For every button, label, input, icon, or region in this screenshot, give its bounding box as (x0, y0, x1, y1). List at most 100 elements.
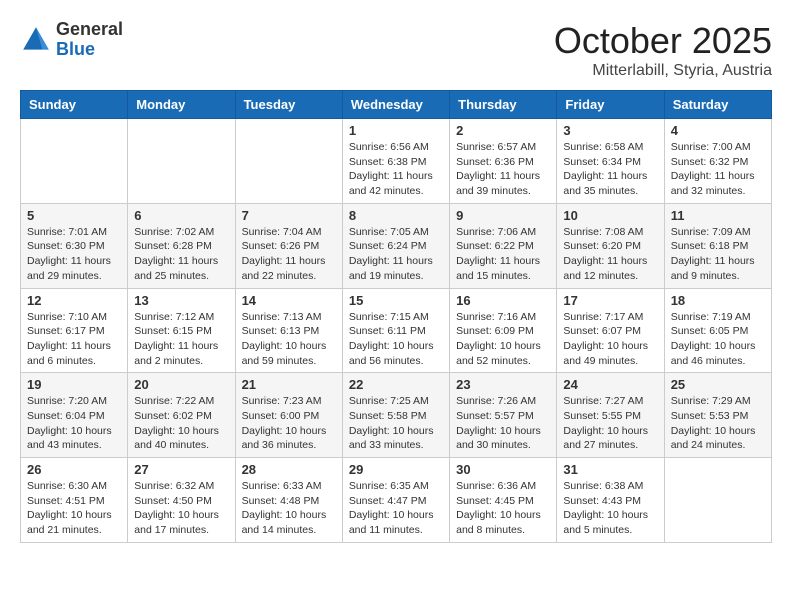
day-number: 29 (349, 462, 443, 477)
calendar-cell: 10 Sunrise: 7:08 AM Sunset: 6:20 PM Dayli… (557, 203, 664, 288)
calendar-cell: 7Sunrise: 7:04 AM Sunset: 6:26 PM Daylig… (235, 203, 342, 288)
calendar-cell: 13 Sunrise: 7:12 AM Sunset: 6:15 PM Dayli… (128, 288, 235, 373)
calendar-cell: 16Sunrise: 7:16 AM Sunset: 6:09 PM Dayli… (450, 288, 557, 373)
location-subtitle: Mitterlabill, Styria, Austria (554, 62, 772, 80)
day-number: 16 (456, 293, 550, 308)
day-info: Sunrise: 7:20 AM Sunset: 6:04 PM Dayligh… (27, 394, 121, 453)
day-info: Sunrise: 7:01 AM Sunset: 6:30 PM Dayligh… (27, 225, 121, 284)
day-number: 17 (563, 293, 657, 308)
day-number: 13 (134, 293, 228, 308)
calendar-cell: 4 Sunrise: 7:00 AM Sunset: 6:32 PM Daylig… (664, 119, 771, 204)
day-number: 9 (456, 208, 550, 223)
day-info: Sunrise: 7:12 AM Sunset: 6:15 PM Dayligh… (134, 310, 228, 369)
title-area: October 2025 Mitterlabill, Styria, Austr… (554, 20, 772, 80)
day-number: 27 (134, 462, 228, 477)
calendar-table: SundayMondayTuesdayWednesdayThursdayFrid… (20, 90, 772, 543)
day-info: Sunrise: 6:35 AM Sunset: 4:47 PM Dayligh… (349, 479, 443, 538)
calendar-cell: 6 Sunrise: 7:02 AM Sunset: 6:28 PM Daylig… (128, 203, 235, 288)
calendar-cell: 27 Sunrise: 6:32 AM Sunset: 4:50 PM Dayli… (128, 458, 235, 543)
day-number: 22 (349, 377, 443, 392)
calendar-cell: 1 Sunrise: 6:56 AM Sunset: 6:38 PM Daylig… (342, 119, 449, 204)
day-info: Sunrise: 7:22 AM Sunset: 6:02 PM Dayligh… (134, 394, 228, 453)
logo-general-text: General (56, 19, 123, 39)
day-info: Sunrise: 7:02 AM Sunset: 6:28 PM Dayligh… (134, 225, 228, 284)
calendar-cell: 5 Sunrise: 7:01 AM Sunset: 6:30 PM Daylig… (21, 203, 128, 288)
weekday-header-thursday: Thursday (450, 91, 557, 119)
day-number: 15 (349, 293, 443, 308)
day-number: 23 (456, 377, 550, 392)
month-title: October 2025 (554, 20, 772, 62)
day-info: Sunrise: 6:57 AM Sunset: 6:36 PM Dayligh… (456, 140, 550, 199)
calendar-cell: 9 Sunrise: 7:06 AM Sunset: 6:22 PM Daylig… (450, 203, 557, 288)
day-info: Sunrise: 7:08 AM Sunset: 6:20 PM Dayligh… (563, 225, 657, 284)
day-info: Sunrise: 7:15 AM Sunset: 6:11 PM Dayligh… (349, 310, 443, 369)
day-info: Sunrise: 7:09 AM Sunset: 6:18 PM Dayligh… (671, 225, 765, 284)
weekday-header-saturday: Saturday (664, 91, 771, 119)
day-number: 20 (134, 377, 228, 392)
calendar-cell: 30Sunrise: 6:36 AM Sunset: 4:45 PM Dayli… (450, 458, 557, 543)
day-info: Sunrise: 7:19 AM Sunset: 6:05 PM Dayligh… (671, 310, 765, 369)
calendar-cell: 17 Sunrise: 7:17 AM Sunset: 6:07 PM Dayli… (557, 288, 664, 373)
day-number: 21 (242, 377, 336, 392)
day-number: 3 (563, 123, 657, 138)
weekday-header-tuesday: Tuesday (235, 91, 342, 119)
day-number: 14 (242, 293, 336, 308)
day-number: 26 (27, 462, 121, 477)
calendar-cell: 29 Sunrise: 6:35 AM Sunset: 4:47 PM Dayli… (342, 458, 449, 543)
day-number: 10 (563, 208, 657, 223)
calendar-cell: 18Sunrise: 7:19 AM Sunset: 6:05 PM Dayli… (664, 288, 771, 373)
calendar-cell: 24 Sunrise: 7:27 AM Sunset: 5:55 PM Dayli… (557, 373, 664, 458)
calendar-cell: 15 Sunrise: 7:15 AM Sunset: 6:11 PM Dayli… (342, 288, 449, 373)
calendar-cell (235, 119, 342, 204)
day-number: 30 (456, 462, 550, 477)
day-number: 28 (242, 462, 336, 477)
day-info: Sunrise: 7:00 AM Sunset: 6:32 PM Dayligh… (671, 140, 765, 199)
calendar-cell: 23 Sunrise: 7:26 AM Sunset: 5:57 PM Dayli… (450, 373, 557, 458)
day-number: 11 (671, 208, 765, 223)
page-header: General Blue October 2025 Mitterlabill, … (20, 20, 772, 80)
calendar-cell: 26Sunrise: 6:30 AM Sunset: 4:51 PM Dayli… (21, 458, 128, 543)
weekday-header-monday: Monday (128, 91, 235, 119)
day-info: Sunrise: 6:32 AM Sunset: 4:50 PM Dayligh… (134, 479, 228, 538)
day-number: 5 (27, 208, 121, 223)
calendar-cell (21, 119, 128, 204)
calendar-cell: 22 Sunrise: 7:25 AM Sunset: 5:58 PM Dayli… (342, 373, 449, 458)
day-number: 4 (671, 123, 765, 138)
calendar-cell (664, 458, 771, 543)
calendar-cell: 19 Sunrise: 7:20 AM Sunset: 6:04 PM Dayli… (21, 373, 128, 458)
day-number: 19 (27, 377, 121, 392)
day-info: Sunrise: 7:26 AM Sunset: 5:57 PM Dayligh… (456, 394, 550, 453)
day-info: Sunrise: 7:10 AM Sunset: 6:17 PM Dayligh… (27, 310, 121, 369)
weekday-header-friday: Friday (557, 91, 664, 119)
calendar-week-row: 12Sunrise: 7:10 AM Sunset: 6:17 PM Dayli… (21, 288, 772, 373)
day-number: 1 (349, 123, 443, 138)
calendar-cell: 31Sunrise: 6:38 AM Sunset: 4:43 PM Dayli… (557, 458, 664, 543)
day-number: 6 (134, 208, 228, 223)
day-number: 25 (671, 377, 765, 392)
day-info: Sunrise: 7:27 AM Sunset: 5:55 PM Dayligh… (563, 394, 657, 453)
day-info: Sunrise: 7:17 AM Sunset: 6:07 PM Dayligh… (563, 310, 657, 369)
day-info: Sunrise: 7:25 AM Sunset: 5:58 PM Dayligh… (349, 394, 443, 453)
day-info: Sunrise: 6:38 AM Sunset: 4:43 PM Dayligh… (563, 479, 657, 538)
calendar-cell: 12Sunrise: 7:10 AM Sunset: 6:17 PM Dayli… (21, 288, 128, 373)
day-info: Sunrise: 7:06 AM Sunset: 6:22 PM Dayligh… (456, 225, 550, 284)
day-info: Sunrise: 7:29 AM Sunset: 5:53 PM Dayligh… (671, 394, 765, 453)
logo-icon (20, 24, 52, 56)
calendar-cell: 2 Sunrise: 6:57 AM Sunset: 6:36 PM Daylig… (450, 119, 557, 204)
calendar-cell (128, 119, 235, 204)
weekday-header-row: SundayMondayTuesdayWednesdayThursdayFrid… (21, 91, 772, 119)
day-info: Sunrise: 7:04 AM Sunset: 6:26 PM Dayligh… (242, 225, 336, 284)
day-number: 2 (456, 123, 550, 138)
calendar-cell: 25 Sunrise: 7:29 AM Sunset: 5:53 PM Dayli… (664, 373, 771, 458)
logo-blue-text: Blue (56, 39, 95, 59)
calendar-cell: 28 Sunrise: 6:33 AM Sunset: 4:48 PM Dayli… (235, 458, 342, 543)
calendar-cell: 20 Sunrise: 7:22 AM Sunset: 6:02 PM Dayli… (128, 373, 235, 458)
calendar-week-row: 19 Sunrise: 7:20 AM Sunset: 6:04 PM Dayli… (21, 373, 772, 458)
logo: General Blue (20, 20, 123, 60)
day-number: 24 (563, 377, 657, 392)
day-info: Sunrise: 6:56 AM Sunset: 6:38 PM Dayligh… (349, 140, 443, 199)
weekday-header-sunday: Sunday (21, 91, 128, 119)
day-info: Sunrise: 6:33 AM Sunset: 4:48 PM Dayligh… (242, 479, 336, 538)
calendar-cell: 8Sunrise: 7:05 AM Sunset: 6:24 PM Daylig… (342, 203, 449, 288)
weekday-header-wednesday: Wednesday (342, 91, 449, 119)
